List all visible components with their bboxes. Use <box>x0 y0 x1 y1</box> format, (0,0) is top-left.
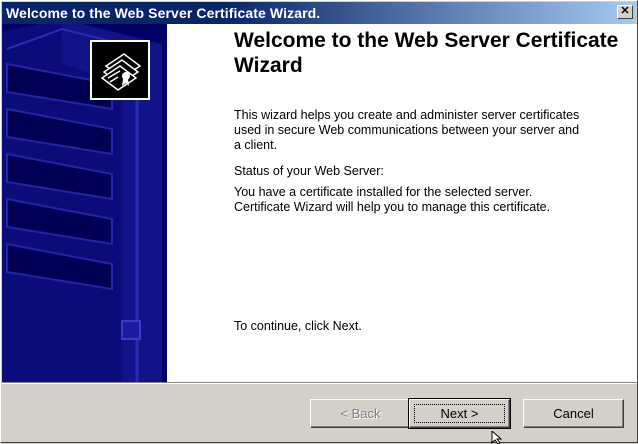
focus-ring <box>414 404 505 423</box>
close-icon: ✕ <box>620 5 630 17</box>
mouse-pointer-icon <box>491 431 503 444</box>
button-separator <box>2 382 636 384</box>
page-title: Welcome to the Web Server Certificate Wi… <box>234 29 619 77</box>
certificate-icon <box>90 40 150 100</box>
server-tower-icon <box>2 24 167 382</box>
wizard-content: Welcome to the Web Server Certificate Wi… <box>167 24 637 382</box>
close-button[interactable]: ✕ <box>617 5 633 19</box>
next-button[interactable]: Next > <box>408 398 511 429</box>
back-button[interactable]: < Back <box>310 399 411 428</box>
title-bar[interactable]: Welcome to the Web Server Certificate Wi… <box>2 2 636 24</box>
wizard-banner <box>2 24 167 382</box>
status-text: You have a certificate installed for the… <box>234 185 551 214</box>
wizard-window: Welcome to the Web Server Certificate Wi… <box>0 0 638 444</box>
window-title: Welcome to the Web Server Certificate Wi… <box>6 5 321 21</box>
intro-text: This wizard helps you create and adminis… <box>234 108 580 152</box>
continue-text: To continue, click Next. <box>234 319 362 333</box>
cancel-button[interactable]: Cancel <box>523 399 624 428</box>
status-label: Status of your Web Server: <box>234 164 384 178</box>
